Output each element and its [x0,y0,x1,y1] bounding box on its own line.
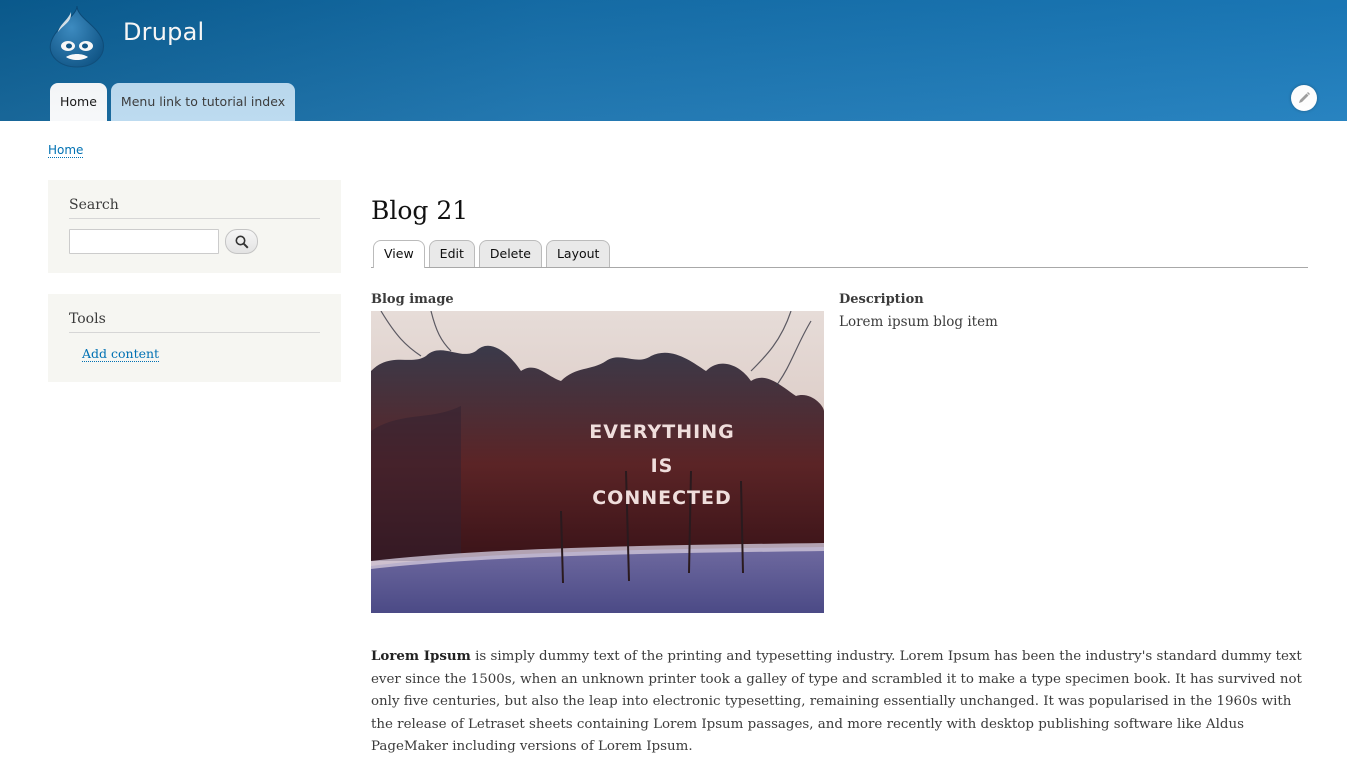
image-text-line-1: EVERYTHING [589,421,734,443]
body-text: Lorem Ipsum is simply dummy text of the … [371,645,1311,759]
image-text-line-3: CONNECTED [592,487,732,509]
description-label: Description [839,292,924,307]
body-text-strong: Lorem Ipsum [371,648,471,664]
edit-toggle-button[interactable] [1291,85,1317,111]
local-tasks-tabs: View Edit Delete Layout [371,240,1308,268]
breadcrumb: Home [48,143,84,158]
site-header: Drupal Home Menu link to tutorial index [0,0,1347,121]
image-text-line-2: IS [651,455,674,477]
add-content-link[interactable]: Add content [82,347,160,362]
breadcrumb-home-link[interactable]: Home [48,143,84,158]
main-menu: Home Menu link to tutorial index [50,83,296,121]
menu-item-home[interactable]: Home [50,83,107,121]
menu-item-tutorial-index[interactable]: Menu link to tutorial index [110,83,296,121]
tab-view[interactable]: View [373,240,425,268]
drupal-logo-icon[interactable] [48,4,106,68]
tab-layout[interactable]: Layout [545,240,611,267]
search-form [69,229,320,254]
blog-image-label: Blog image [371,292,454,307]
site-name[interactable]: Drupal [123,18,204,46]
search-icon [235,235,249,249]
tools-block-title: Tools [69,294,320,333]
pencil-icon [1299,92,1310,103]
blog-image[interactable]: EVERYTHING IS CONNECTED [371,311,824,613]
body-text-content: is simply dummy text of the printing and… [371,649,1302,755]
search-block-title: Search [69,180,320,219]
tab-edit[interactable]: Edit [428,240,475,267]
search-button[interactable] [225,229,258,254]
page-title: Blog 21 [371,196,469,225]
tab-delete[interactable]: Delete [478,240,542,267]
tools-block: Tools Add content [48,294,341,382]
description-value: Lorem ipsum blog item [839,314,998,330]
search-input[interactable] [69,229,219,254]
search-block: Search [48,180,341,273]
